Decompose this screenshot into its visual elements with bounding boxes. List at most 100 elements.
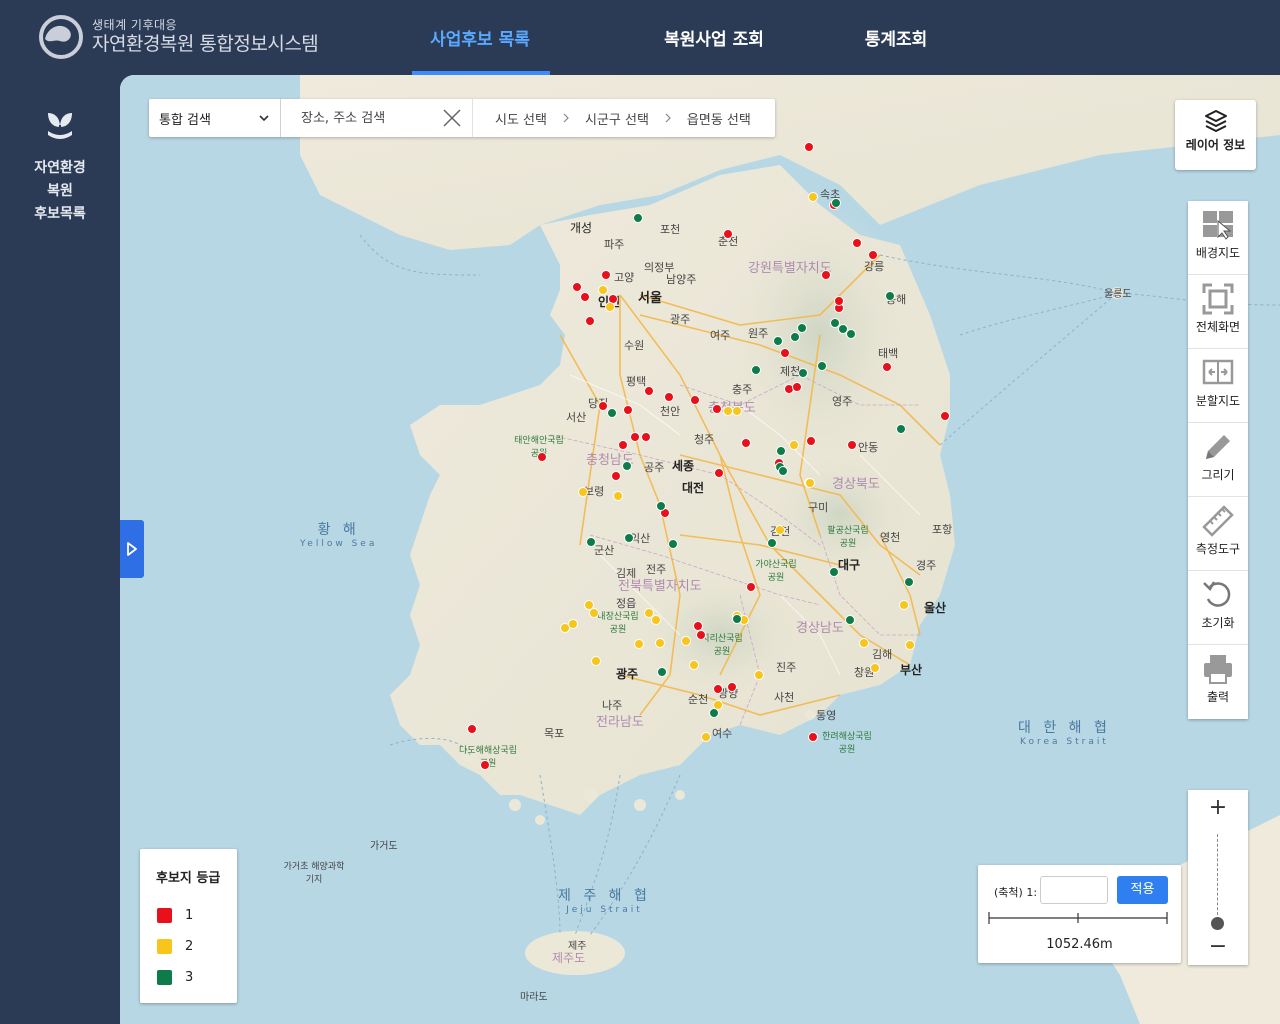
tool-split-map[interactable]: 분할지도 xyxy=(1188,355,1248,423)
city-select[interactable]: 시군구 선택 xyxy=(573,109,661,128)
marker-grade-2[interactable] xyxy=(634,639,644,649)
marker-grade-1[interactable] xyxy=(644,386,654,396)
marker-grade-3[interactable] xyxy=(633,213,643,223)
marker-grade-1[interactable] xyxy=(746,582,756,592)
marker-grade-1[interactable] xyxy=(572,282,582,292)
marker-grade-1[interactable] xyxy=(623,405,633,415)
tool-fullscreen[interactable]: 전체화면 xyxy=(1188,281,1248,349)
province-select[interactable]: 시도 선택 xyxy=(483,109,559,128)
marker-grade-1[interactable] xyxy=(601,270,611,280)
marker-grade-1[interactable] xyxy=(467,724,477,734)
marker-grade-3[interactable] xyxy=(607,408,617,418)
nav-restoration-projects[interactable]: 복원사업 조회 xyxy=(614,0,814,75)
sidebar-item-candidate-list[interactable]: 자연환경 복원 후보목록 xyxy=(0,105,120,226)
marker-grade-1[interactable] xyxy=(585,316,595,326)
marker-grade-3[interactable] xyxy=(838,324,848,334)
scale-apply-button[interactable]: 적용 xyxy=(1117,876,1168,904)
town-select[interactable]: 읍면동 선택 xyxy=(675,109,763,128)
marker-grade-3[interactable] xyxy=(778,466,788,476)
marker-grade-2[interactable] xyxy=(808,192,818,202)
marker-grade-1[interactable] xyxy=(741,438,751,448)
nav-candidate-list[interactable]: 사업후보 목록 xyxy=(410,0,550,75)
marker-grade-1[interactable] xyxy=(696,630,706,640)
marker-grade-2[interactable] xyxy=(701,732,711,742)
marker-grade-2[interactable] xyxy=(605,302,615,312)
marker-grade-2[interactable] xyxy=(598,285,608,295)
marker-grade-1[interactable] xyxy=(580,292,590,302)
marker-grade-2[interactable] xyxy=(644,608,654,618)
marker-grade-1[interactable] xyxy=(712,404,722,414)
zoom-slider-track[interactable] xyxy=(1217,834,1218,920)
marker-grade-3[interactable] xyxy=(830,318,840,328)
marker-grade-1[interactable] xyxy=(630,432,640,442)
marker-grade-2[interactable] xyxy=(655,638,665,648)
tool-measure[interactable]: 측정도구 xyxy=(1188,503,1248,571)
marker-grade-3[interactable] xyxy=(732,614,742,624)
marker-grade-3[interactable] xyxy=(586,537,596,547)
marker-grade-3[interactable] xyxy=(831,198,841,208)
tool-reset[interactable]: 초기화 xyxy=(1188,577,1248,645)
marker-grade-3[interactable] xyxy=(846,329,856,339)
marker-grade-3[interactable] xyxy=(709,708,719,718)
marker-grade-3[interactable] xyxy=(767,538,777,548)
panel-toggle-button[interactable] xyxy=(120,520,144,578)
marker-grade-2[interactable] xyxy=(560,623,570,633)
nav-statistics[interactable]: 통계조회 xyxy=(846,0,946,75)
marker-grade-3[interactable] xyxy=(817,361,827,371)
marker-grade-3[interactable] xyxy=(622,461,632,471)
marker-grade-2[interactable] xyxy=(805,478,815,488)
clear-search-button[interactable] xyxy=(442,108,462,128)
marker-grade-1[interactable] xyxy=(618,440,628,450)
tool-draw[interactable]: 그리기 xyxy=(1188,429,1248,497)
marker-grade-1[interactable] xyxy=(852,238,862,248)
logo[interactable]: 생태계 기후대응 자연환경복원 통합정보시스템 xyxy=(38,14,319,60)
marker-grade-1[interactable] xyxy=(808,732,818,742)
marker-grade-2[interactable] xyxy=(775,525,785,535)
layer-info-button[interactable]: 레이어 정보 xyxy=(1175,100,1256,170)
marker-grade-1[interactable] xyxy=(480,760,490,770)
marker-grade-1[interactable] xyxy=(792,382,802,392)
marker-grade-2[interactable] xyxy=(589,608,599,618)
search-input[interactable] xyxy=(281,100,441,136)
marker-grade-1[interactable] xyxy=(847,440,857,450)
marker-grade-3[interactable] xyxy=(751,365,761,375)
marker-grade-2[interactable] xyxy=(859,638,869,648)
marker-grade-1[interactable] xyxy=(727,682,737,692)
marker-grade-3[interactable] xyxy=(904,577,914,587)
marker-grade-2[interactable] xyxy=(754,670,764,680)
marker-grade-3[interactable] xyxy=(845,615,855,625)
marker-grade-3[interactable] xyxy=(798,368,808,378)
marker-grade-1[interactable] xyxy=(713,684,723,694)
marker-grade-2[interactable] xyxy=(591,656,601,666)
marker-grade-3[interactable] xyxy=(885,291,895,301)
marker-grade-3[interactable] xyxy=(896,424,906,434)
marker-grade-3[interactable] xyxy=(657,667,667,677)
zoom-out-button[interactable]: − xyxy=(1188,929,1248,965)
marker-grade-1[interactable] xyxy=(641,432,651,442)
zoom-in-button[interactable]: + xyxy=(1188,790,1248,826)
marker-grade-3[interactable] xyxy=(797,323,807,333)
marker-grade-3[interactable] xyxy=(776,446,786,456)
marker-grade-2[interactable] xyxy=(723,406,733,416)
marker-grade-2[interactable] xyxy=(789,440,799,450)
search-type-select[interactable]: 통합 검색 xyxy=(149,99,281,137)
marker-grade-2[interactable] xyxy=(905,640,915,650)
marker-grade-3[interactable] xyxy=(773,336,783,346)
scale-input[interactable] xyxy=(1040,876,1108,904)
marker-grade-2[interactable] xyxy=(870,663,880,673)
marker-grade-2[interactable] xyxy=(578,487,588,497)
marker-grade-3[interactable] xyxy=(668,539,678,549)
marker-grade-3[interactable] xyxy=(624,533,634,543)
marker-grade-1[interactable] xyxy=(882,362,892,372)
marker-grade-2[interactable] xyxy=(681,636,691,646)
marker-grade-1[interactable] xyxy=(940,411,950,421)
marker-grade-2[interactable] xyxy=(732,406,742,416)
marker-grade-1[interactable] xyxy=(714,468,724,478)
marker-grade-1[interactable] xyxy=(834,296,844,306)
marker-grade-1[interactable] xyxy=(693,621,703,631)
marker-grade-3[interactable] xyxy=(790,332,800,342)
marker-grade-2[interactable] xyxy=(899,600,909,610)
marker-grade-2[interactable] xyxy=(651,615,661,625)
marker-grade-2[interactable] xyxy=(613,491,623,501)
tool-print[interactable]: 출력 xyxy=(1188,651,1248,719)
